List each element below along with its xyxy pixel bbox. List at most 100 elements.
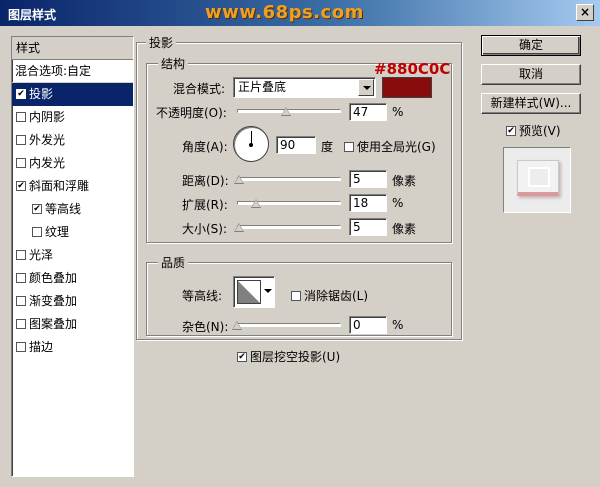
blend-mode-select[interactable]: 正片叠底 <box>233 77 376 98</box>
preview-checkbox[interactable]: ✔ <box>506 125 516 136</box>
quality-title: 品质 <box>158 254 189 271</box>
opacity-label: 不透明度(O): <box>156 106 227 120</box>
knockout-row[interactable]: ✔ 图层挖空投影(U) <box>237 348 340 365</box>
distance-label: 距离(D): <box>182 174 229 188</box>
angle-dial-center <box>249 143 253 147</box>
watermark: www.68ps.com <box>205 2 364 23</box>
blend-mode-label: 混合模式: <box>173 82 226 96</box>
noise-input[interactable]: 0 <box>349 316 387 334</box>
style-item-label: 外发光 <box>29 133 66 147</box>
style-item-checkbox[interactable] <box>32 226 42 237</box>
preview-swatch <box>517 160 559 196</box>
preview-swatch-inner <box>528 167 550 187</box>
global-light-row[interactable]: 使用全局光(G) <box>344 138 436 155</box>
style-item-checkbox[interactable]: ✔ <box>16 180 26 191</box>
angle-dial[interactable] <box>233 126 269 162</box>
style-item-checkbox[interactable] <box>16 295 26 306</box>
color-hex-annotation: #880C0C <box>374 60 451 78</box>
blend-options-item[interactable]: 混合选项:自定 <box>12 60 133 83</box>
style-item-checkbox[interactable] <box>16 157 26 168</box>
preview-checkbox-row[interactable]: ✔ 预览(V) <box>506 122 561 139</box>
style-item-checkbox[interactable] <box>16 249 26 260</box>
global-light-checkbox[interactable] <box>344 141 354 152</box>
style-item-checkbox[interactable] <box>16 318 26 329</box>
style-item-label: 投影 <box>29 87 54 101</box>
knockout-label: 图层挖空投影(U) <box>250 350 341 364</box>
close-button[interactable]: × <box>576 4 594 21</box>
spread-slider-thumb[interactable] <box>250 199 261 208</box>
anti-alias-row[interactable]: 消除锯齿(L) <box>291 287 368 304</box>
opacity-unit: % <box>392 105 404 119</box>
style-item[interactable]: 颜色叠加 <box>12 267 133 290</box>
angle-unit: 度 <box>321 140 334 154</box>
distance-slider-thumb[interactable] <box>234 175 245 184</box>
preview-thumbnail <box>503 147 571 213</box>
spread-unit: % <box>392 196 404 210</box>
style-item-label: 颜色叠加 <box>29 271 78 285</box>
style-item[interactable]: 内阴影 <box>12 106 133 129</box>
angle-input[interactable]: 90 <box>276 136 316 154</box>
style-item[interactable]: 描边 <box>12 336 133 359</box>
style-item-label: 渐变叠加 <box>29 294 78 308</box>
shadow-color-swatch[interactable] <box>382 77 432 98</box>
size-slider-thumb[interactable] <box>234 223 245 232</box>
chevron-down-icon[interactable] <box>358 79 374 96</box>
style-item[interactable]: ✔ 投影 <box>12 83 133 106</box>
style-item-checkbox[interactable] <box>16 272 26 283</box>
style-item[interactable]: 光泽 <box>12 244 133 267</box>
contour-label: 等高线: <box>182 289 223 303</box>
style-item[interactable]: 图案叠加 <box>12 313 133 336</box>
opacity-input[interactable]: 47 <box>349 103 387 121</box>
style-item-label: 图案叠加 <box>29 317 78 331</box>
style-list: 样式 混合选项:自定 ✔ 投影 内阴影 外发光 内发光 ✔ 斜面和浮雕 ✔ 等高线 纹理 光泽 颜色叠… <box>11 36 134 477</box>
chevron-down-icon[interactable] <box>264 289 272 293</box>
spread-input[interactable]: 18 <box>349 194 387 212</box>
drop-shadow-title: 投影 <box>146 34 177 51</box>
cancel-button[interactable]: 取消 <box>481 64 581 85</box>
style-item[interactable]: 内发光 <box>12 152 133 175</box>
preview-label: 预览(V) <box>519 124 561 138</box>
style-item-checkbox[interactable] <box>16 341 26 352</box>
style-item[interactable]: 外发光 <box>12 129 133 152</box>
anti-alias-label: 消除锯齿(L) <box>304 289 369 303</box>
style-item[interactable]: 渐变叠加 <box>12 290 133 313</box>
size-unit: 像素 <box>392 222 417 236</box>
style-item[interactable]: ✔ 等高线 <box>12 198 133 221</box>
noise-label: 杂色(N): <box>182 320 229 334</box>
distance-input[interactable]: 5 <box>349 170 387 188</box>
style-item-label: 斜面和浮雕 <box>29 179 90 193</box>
style-item-label: 等高线 <box>45 202 82 216</box>
style-item-label: 内发光 <box>29 156 66 170</box>
ok-button[interactable]: 确定 <box>481 35 581 56</box>
spread-label: 扩展(R): <box>182 198 228 212</box>
noise-unit: % <box>392 318 404 332</box>
knockout-checkbox[interactable]: ✔ <box>237 351 247 362</box>
angle-label: 角度(A): <box>182 140 228 154</box>
contour-frame <box>237 280 261 304</box>
size-slider-track[interactable] <box>237 225 341 229</box>
title-bar: 图层样式 www.68ps.com × <box>0 0 600 26</box>
style-item-label: 内阴影 <box>29 110 66 124</box>
style-item-checkbox[interactable]: ✔ <box>32 203 42 214</box>
structure-title: 结构 <box>158 55 189 72</box>
style-item-checkbox[interactable]: ✔ <box>16 88 26 99</box>
style-list-header[interactable]: 样式 <box>12 37 133 60</box>
opacity-slider-thumb[interactable] <box>280 107 291 116</box>
noise-slider-thumb[interactable] <box>232 321 242 330</box>
style-item-label: 纹理 <box>45 225 70 239</box>
blend-mode-value: 正片叠底 <box>238 80 287 94</box>
style-item[interactable]: ✔ 斜面和浮雕 <box>12 175 133 198</box>
global-light-label: 使用全局光(G) <box>357 140 436 154</box>
style-item-label: 光泽 <box>29 248 54 262</box>
style-item-checkbox[interactable] <box>16 134 26 145</box>
style-item[interactable]: 纹理 <box>12 221 133 244</box>
style-item-checkbox[interactable] <box>16 111 26 122</box>
anti-alias-checkbox[interactable] <box>291 290 301 301</box>
noise-slider-track[interactable] <box>237 323 341 327</box>
size-input[interactable]: 5 <box>349 218 387 236</box>
distance-slider-track[interactable] <box>237 177 341 181</box>
window-title: 图层样式 <box>8 8 57 22</box>
new-style-button[interactable]: 新建样式(W)... <box>481 93 581 114</box>
contour-picker[interactable] <box>233 276 275 308</box>
size-label: 大小(S): <box>182 222 228 236</box>
